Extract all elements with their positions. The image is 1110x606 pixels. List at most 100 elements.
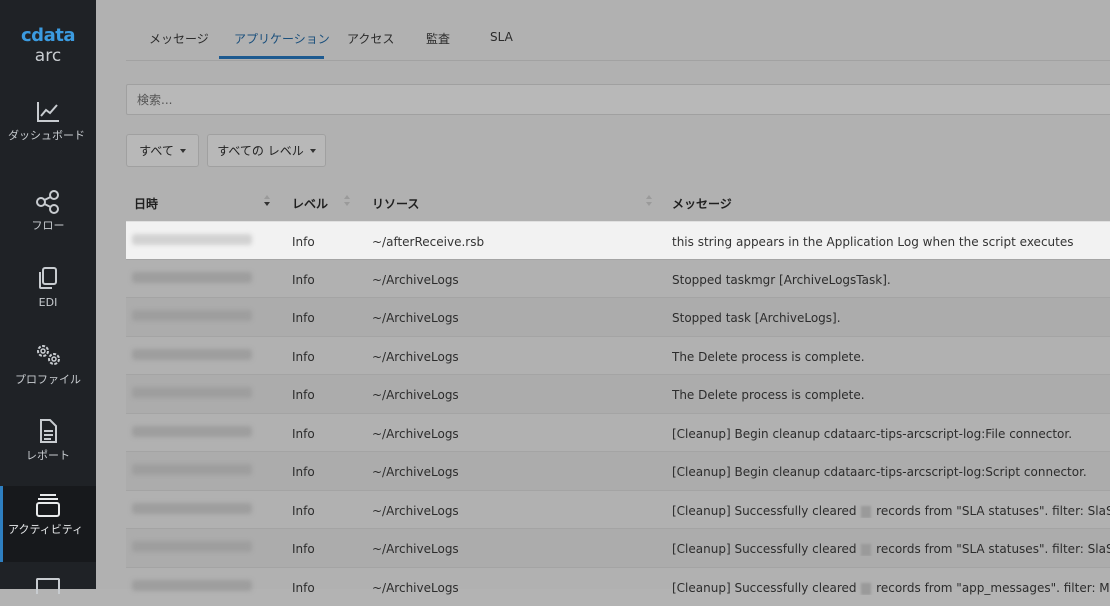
row-message: Stopped task [ArchiveLogs].: [672, 311, 841, 325]
message-part: records from "SLA statuses". filter: Sla…: [876, 504, 1110, 518]
cdata-arc-logo[interactable]: cdata arc: [0, 25, 96, 67]
row-message: [Cleanup] Successfully cleared records f…: [672, 542, 1110, 556]
row-level: Info: [292, 350, 315, 364]
table-row[interactable]: Info ~/ArchiveLogs Stopped task [Archive…: [126, 297, 1110, 336]
tab-audit[interactable]: 監査: [426, 30, 450, 47]
table-row[interactable]: Info ~/ArchiveLogs [Cleanup] Successfull…: [126, 567, 1110, 606]
row-resource: ~/ArchiveLogs: [372, 465, 459, 479]
table-row[interactable]: Info ~/ArchiveLogs [Cleanup] Successfull…: [126, 528, 1110, 567]
gears-icon: [37, 345, 60, 365]
caret-down-icon: [309, 148, 316, 153]
row-level: Info: [292, 581, 315, 595]
row-message: [Cleanup] Successfully cleared records f…: [672, 581, 1110, 595]
table-row[interactable]: Info ~/ArchiveLogs [Cleanup] Begin clean…: [126, 413, 1110, 452]
redacted-datetime: [132, 541, 252, 552]
tab-messages[interactable]: メッセージ: [149, 30, 209, 47]
row-level: Info: [292, 235, 315, 249]
sidebar-item-label: ダッシュボード: [8, 129, 85, 142]
sidebar-item-label: アクティビティ: [8, 523, 84, 536]
row-level: Info: [292, 504, 315, 518]
filter-level-button[interactable]: すべての レベル: [207, 134, 326, 167]
message-part: records from "SLA statuses". filter: Sla…: [876, 542, 1110, 556]
row-level: Info: [292, 427, 315, 441]
logo-brand: cdata: [21, 25, 75, 46]
redacted-datetime: [132, 464, 252, 475]
sidebar: cdata arc ダッシュボード フロー EDI プロファイル レポート アク…: [0, 0, 96, 594]
row-message: The Delete process is complete.: [672, 388, 865, 402]
filter-level-label: すべての レベル: [217, 144, 304, 158]
search-input[interactable]: [127, 85, 1110, 114]
sidebar-item-label: EDI: [38, 296, 58, 309]
row-resource: ~/ArchiveLogs: [372, 581, 459, 595]
chart-line-icon: [37, 102, 59, 122]
layer-group-icon: [36, 494, 60, 517]
tab-application[interactable]: アプリケーション: [234, 30, 330, 47]
filter-all-label: すべて: [139, 144, 174, 158]
redacted-datetime: [132, 234, 252, 245]
redacted-datetime: [132, 272, 252, 283]
sidebar-item-activity[interactable]: アクティビティ: [0, 486, 96, 562]
redacted-datetime: [132, 387, 252, 398]
col-message[interactable]: メッセージ: [672, 195, 732, 212]
row-resource: ~/afterReceive.rsb: [372, 235, 485, 249]
row-message: [Cleanup] Begin cleanup cdataarc-tips-ar…: [672, 427, 1073, 441]
redacted-datetime: [132, 310, 252, 321]
redacted-datetime: [132, 349, 252, 360]
main-panel: メッセージ アプリケーション アクセス 監査 SLA すべて すべての レベル …: [96, 0, 1110, 595]
caret-down-icon: [179, 148, 186, 153]
row-resource: ~/ArchiveLogs: [372, 542, 459, 556]
message-part: records from "app_messages". filter: Mes…: [876, 581, 1110, 595]
table-row[interactable]: Info ~/afterReceive.rsb this string appe…: [126, 221, 1110, 260]
sidebar-item-label: フロー: [31, 219, 65, 232]
filter-all-button[interactable]: すべて: [126, 134, 199, 167]
redacted-count: [861, 543, 872, 556]
logo-product: arc: [34, 46, 62, 66]
table-row[interactable]: Info ~/ArchiveLogs [Cleanup] Begin clean…: [126, 451, 1110, 490]
file-lines-icon: [40, 419, 57, 443]
active-tab-indicator: [219, 56, 324, 59]
sidebar-item-edi[interactable]: EDI: [0, 265, 96, 309]
sidebar-item-label: レポート: [26, 449, 70, 462]
col-level[interactable]: レベル: [292, 195, 328, 212]
log-tabs: メッセージ アプリケーション アクセス 監査 SLA: [126, 0, 1110, 61]
row-message: this string appears in the Application L…: [672, 235, 1074, 249]
col-resource[interactable]: リソース: [372, 195, 419, 212]
table-header: 日時 レベル リソース メッセージ: [126, 183, 1110, 221]
row-resource: ~/ArchiveLogs: [372, 311, 459, 325]
table-row[interactable]: Info ~/ArchiveLogs The Delete process is…: [126, 374, 1110, 413]
col-datetime[interactable]: 日時: [134, 195, 158, 212]
message-part: [Cleanup] Successfully cleared: [672, 542, 857, 556]
sort-icon[interactable]: [344, 195, 352, 209]
row-level: Info: [292, 465, 315, 479]
file-icon: [36, 578, 60, 594]
redacted-datetime: [132, 426, 252, 437]
share-nodes-icon: [36, 190, 59, 214]
sidebar-item-dashboard[interactable]: ダッシュボード: [0, 100, 96, 142]
row-level: Info: [292, 388, 315, 402]
sort-desc-icon[interactable]: [264, 195, 272, 209]
copy-icon: [39, 267, 57, 289]
redacted-datetime: [132, 503, 252, 514]
message-part: [Cleanup] Successfully cleared: [672, 504, 857, 518]
row-resource: ~/ArchiveLogs: [372, 273, 459, 287]
sidebar-item-profile[interactable]: プロファイル: [0, 342, 96, 386]
table-row[interactable]: Info ~/ArchiveLogs Stopped taskmgr [Arch…: [126, 259, 1110, 298]
sidebar-item-flow[interactable]: フロー: [0, 190, 96, 232]
row-resource: ~/ArchiveLogs: [372, 427, 459, 441]
table-row[interactable]: Info ~/ArchiveLogs [Cleanup] Successfull…: [126, 490, 1110, 529]
row-resource: ~/ArchiveLogs: [372, 504, 459, 518]
row-message: [Cleanup] Begin cleanup cdataarc-tips-ar…: [672, 465, 1087, 479]
row-resource: ~/ArchiveLogs: [372, 388, 459, 402]
table-row[interactable]: Info ~/ArchiveLogs The Delete process is…: [126, 336, 1110, 375]
sidebar-item-report[interactable]: レポート: [0, 418, 96, 462]
row-level: Info: [292, 311, 315, 325]
redacted-count: [861, 505, 872, 518]
row-message: [Cleanup] Successfully cleared records f…: [672, 504, 1110, 518]
sidebar-item-label: プロファイル: [15, 373, 81, 386]
row-level: Info: [292, 273, 315, 287]
row-resource: ~/ArchiveLogs: [372, 350, 459, 364]
tab-sla[interactable]: SLA: [490, 30, 513, 44]
search-box: [126, 84, 1110, 115]
sort-icon[interactable]: [646, 195, 654, 209]
tab-access[interactable]: アクセス: [347, 30, 394, 47]
